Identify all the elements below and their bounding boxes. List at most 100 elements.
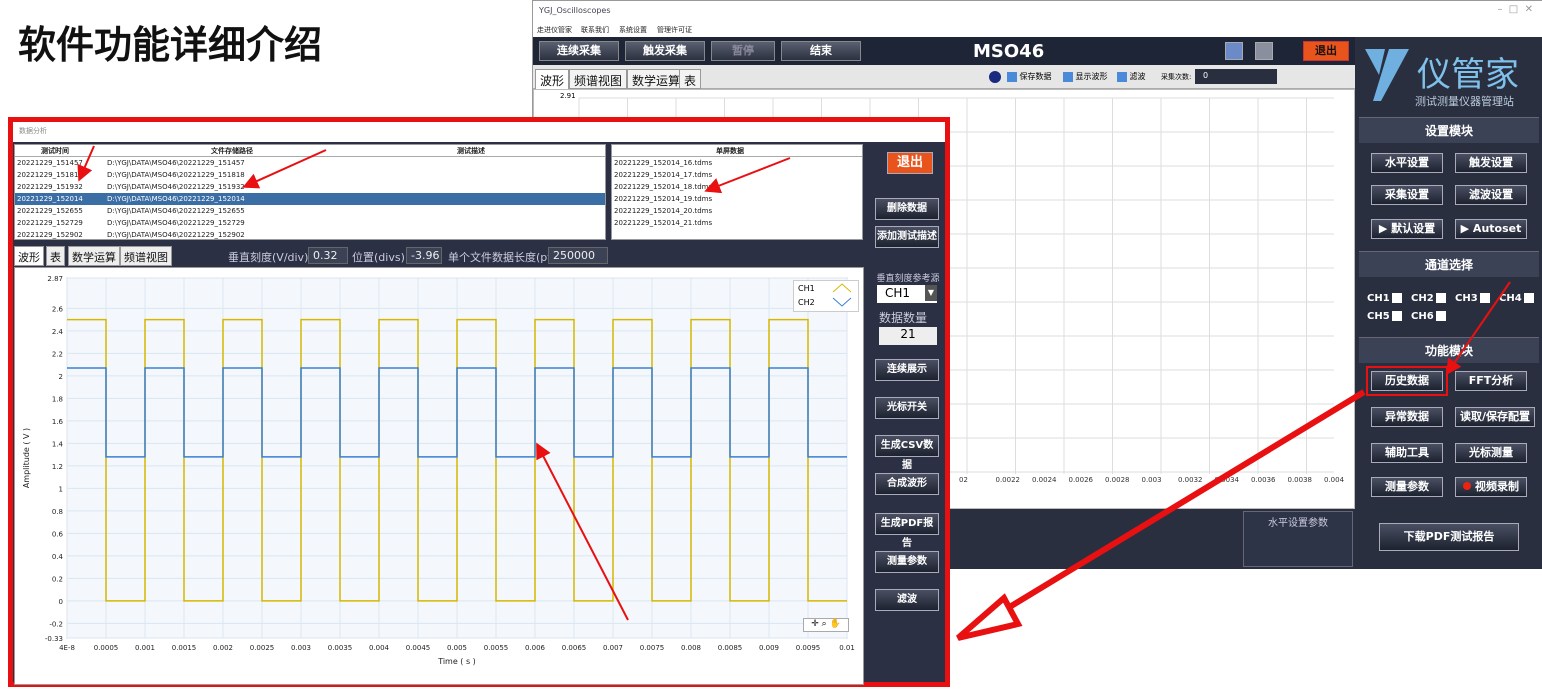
menu-item-contact[interactable]: 联系我们: [581, 25, 609, 35]
x-tick-label: 0.0036: [1251, 476, 1276, 484]
x-tick-label: 0.002: [213, 644, 233, 652]
ch2-checkbox[interactable]: CH2: [1411, 293, 1446, 304]
ch1-checkbox[interactable]: CH1: [1367, 293, 1402, 304]
aux-tools-button[interactable]: 辅助工具: [1371, 443, 1443, 463]
y-tick-label: -0.33: [45, 635, 63, 643]
menu-item-settings[interactable]: 系统设置: [619, 25, 647, 35]
single-file-row[interactable]: 20221229_152014_20.tdms: [612, 205, 862, 217]
y-tick-label: 0: [59, 598, 63, 606]
record-dot-icon: [1463, 482, 1471, 490]
tab-waveform[interactable]: 波形: [14, 246, 44, 266]
y-tick-label: 2.4: [52, 328, 64, 336]
analysis-waveform-plot: 4E-8 0.0005 0.001 0.0015 0.002 0.0025 0.003 0.0…: [14, 267, 864, 685]
generate-csv-button[interactable]: 生成CSV数据: [875, 435, 939, 471]
refresh-icon[interactable]: [1225, 42, 1243, 60]
table-row[interactable]: 20221229_152902 D:\YGJ\DATA\MSO46\2022122…: [15, 229, 605, 241]
add-desc-button[interactable]: 添加测试描述: [875, 226, 939, 248]
series-ch2-line: [67, 367, 847, 458]
table-row[interactable]: 20221229_151932 D:\YGJ\DATA\MSO46\2022122…: [15, 181, 605, 193]
position-value[interactable]: -3.96: [406, 247, 442, 264]
measure-params-button[interactable]: 测量参数: [1371, 477, 1443, 497]
ch4-checkbox[interactable]: CH4: [1499, 293, 1534, 304]
read-save-config-button[interactable]: 读取/保存配置: [1455, 407, 1535, 427]
menu-item-about[interactable]: 走进仪管家: [537, 25, 572, 35]
window-title: YGJ_Oscilloscopes: [539, 6, 611, 15]
row-path: D:\YGJ\DATA\MSO46\20221229_152902: [107, 231, 245, 239]
ref-source-select[interactable]: CH1 ▼: [877, 285, 937, 303]
save-data-checkbox[interactable]: 保存数据: [1007, 71, 1052, 82]
page-title: 软件功能详细介绍: [18, 23, 323, 67]
table-row[interactable]: 20221229_152655 D:\YGJ\DATA\MSO46\2022122…: [15, 205, 605, 217]
stop-button[interactable]: 结束: [781, 41, 861, 61]
window-controls[interactable]: – □ ✕: [1497, 4, 1533, 15]
acquire-settings-button[interactable]: 采集设置: [1371, 185, 1443, 205]
tab-table[interactable]: 表: [679, 69, 702, 89]
generate-pdf-button[interactable]: 生成PDF报告: [875, 513, 939, 549]
continuous-display-button[interactable]: 连续展示: [875, 359, 939, 381]
single-file-row[interactable]: 20221229_152014_21.tdms: [612, 217, 862, 229]
table-row[interactable]: 20221229_152014 D:\YGJ\DATA\MSO46\2022122…: [15, 193, 605, 205]
tab-math[interactable]: 数学运算: [627, 69, 686, 89]
filter-checkbox[interactable]: 滤波: [1117, 71, 1146, 82]
x-tick-label: 0.0028: [1105, 476, 1130, 484]
x-tick-label: 0.0032: [1178, 476, 1203, 484]
trigger-settings-button[interactable]: 触发设置: [1455, 153, 1527, 173]
single-file-row[interactable]: 20221229_152014_18.tdms: [612, 181, 862, 193]
hparam-title: 水平设置参数: [1268, 518, 1328, 529]
dropdown-arrow-icon[interactable]: ▼: [925, 285, 937, 301]
vdiv-value[interactable]: 0.32: [308, 247, 348, 264]
pause-button[interactable]: 暂停: [711, 41, 775, 61]
cursor-measure-button[interactable]: 光标测量: [1455, 443, 1527, 463]
x-tick-label: 0.0075: [640, 644, 665, 652]
analysis-tab-bar: 波形 表 数学运算 频谱视图 垂直刻度(V/div): 0.32 位置(divs…: [14, 246, 864, 266]
tab-waveform[interactable]: 波形: [535, 69, 570, 89]
ch5-checkbox[interactable]: CH5: [1367, 311, 1402, 322]
horizontal-settings-button[interactable]: 水平设置: [1371, 153, 1443, 173]
measure-params-button[interactable]: 测量参数: [875, 551, 939, 573]
tab-spectrum[interactable]: 频谱视图: [120, 246, 172, 266]
filter-settings-button[interactable]: 滤波设置: [1455, 185, 1527, 205]
merge-waveform-button[interactable]: 合成波形: [875, 473, 939, 495]
x-tick-label: 0.0038: [1287, 476, 1313, 484]
abnormal-data-button[interactable]: 异常数据: [1371, 407, 1443, 427]
tab-spectrum[interactable]: 频谱视图: [569, 69, 628, 89]
row-time: 20221229_152902: [17, 231, 83, 239]
tab-table[interactable]: 表: [46, 246, 65, 266]
plot-tools-palette[interactable]: ✛ ⌕ ✋: [803, 618, 849, 632]
x-tick-label: 0.004: [369, 644, 390, 652]
exit-button[interactable]: 退出: [1303, 41, 1349, 61]
fft-analysis-button[interactable]: FFT分析: [1455, 371, 1527, 391]
cursor-toggle-button[interactable]: 光标开关: [875, 397, 939, 419]
tab-math[interactable]: 数学运算: [68, 246, 120, 266]
table-row[interactable]: 20221229_151457 D:\YGJ\DATA\MSO46\2022122…: [15, 157, 605, 169]
default-settings-button[interactable]: ▶ 默认设置: [1371, 219, 1443, 239]
history-data-button[interactable]: 历史数据: [1366, 366, 1448, 396]
autoset-button[interactable]: ▶ Autoset: [1455, 219, 1527, 239]
continuous-acquire-button[interactable]: 连续采集: [539, 41, 619, 61]
filter-button[interactable]: 滤波: [875, 589, 939, 611]
single-file-row[interactable]: 20221229_152014_16.tdms: [612, 157, 862, 169]
x-tick-label: 0.006: [525, 644, 546, 652]
menu-item-license[interactable]: 管理许可证: [657, 25, 692, 35]
analysis-title: 数据分析: [19, 127, 47, 135]
y-tick-label: -0.2: [49, 620, 63, 628]
analysis-exit-button[interactable]: 退出: [887, 152, 933, 174]
y-tick-label: 1.4: [52, 440, 64, 448]
acq-count-label: 采集次数:: [1161, 73, 1192, 81]
single-file-row[interactable]: 20221229_152014_19.tdms: [612, 193, 862, 205]
video-record-button[interactable]: 视频录制: [1455, 477, 1527, 497]
ch6-checkbox[interactable]: CH6: [1411, 311, 1446, 322]
table-row[interactable]: 20221229_151818 D:\YGJ\DATA\MSO46\2022122…: [15, 169, 605, 181]
download-pdf-button[interactable]: 下载PDF测试报告: [1379, 523, 1519, 551]
ch3-checkbox[interactable]: CH3: [1455, 293, 1490, 304]
legend-ch1-label: CH1: [798, 284, 815, 293]
data-count-label: 数据数量: [879, 311, 928, 325]
table-row[interactable]: 20221229_152729 D:\YGJ\DATA\MSO46\2022122…: [15, 217, 605, 229]
single-file-row[interactable]: 20221229_152014_17.tdms: [612, 169, 862, 181]
show-wave-checkbox[interactable]: 显示波形: [1063, 71, 1108, 82]
delete-data-button[interactable]: 删除数据: [875, 198, 939, 220]
gear-icon[interactable]: [1255, 42, 1273, 60]
trigger-acquire-button[interactable]: 触发采集: [625, 41, 705, 61]
length-value: 250000: [548, 247, 608, 264]
chart-legend: CH1 CH2: [793, 280, 859, 312]
